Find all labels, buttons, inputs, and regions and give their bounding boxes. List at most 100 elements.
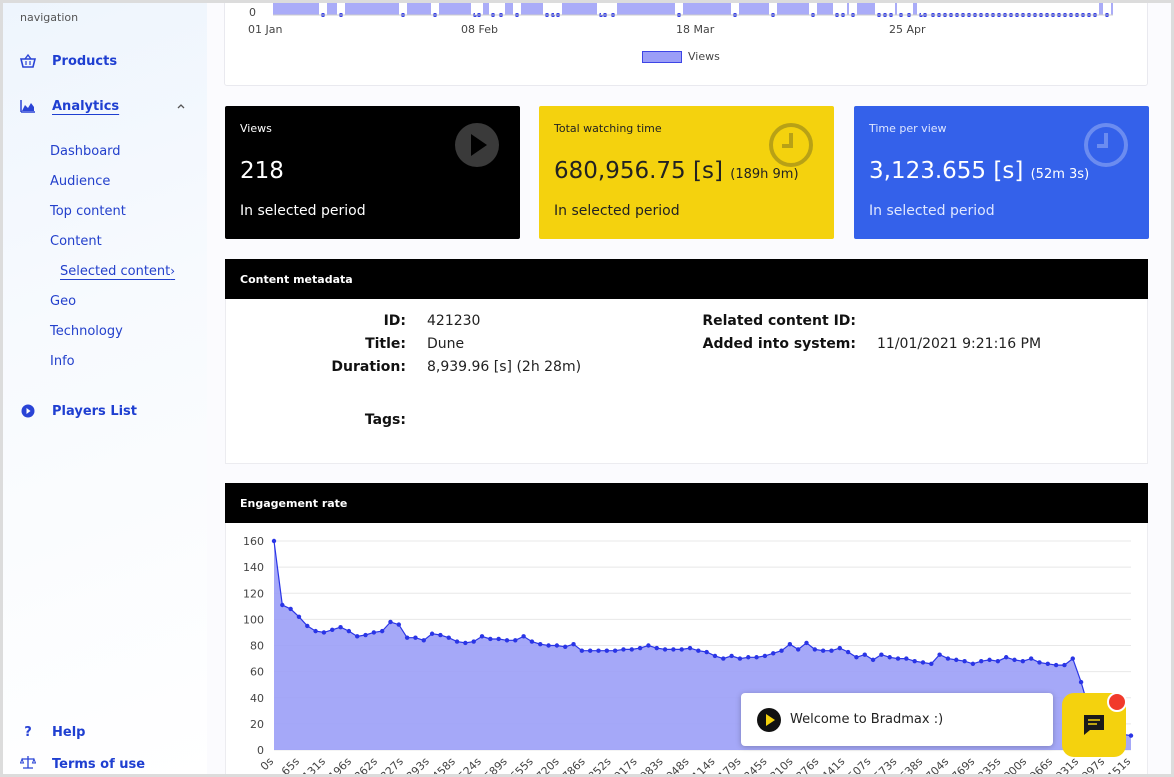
y-tick-label: 160: [243, 535, 264, 548]
area-chart-icon: [20, 98, 36, 114]
x-tick-label: 25 Apr: [889, 23, 926, 36]
engagement-point: [1037, 660, 1042, 665]
engagement-point: [429, 631, 435, 636]
nav-info[interactable]: Info: [50, 354, 75, 369]
legend-swatch: [642, 50, 682, 63]
bradmax-logo-icon: [757, 707, 781, 732]
engagement-point: [870, 657, 876, 663]
engagement-point: [671, 647, 676, 652]
engagement-point: [1028, 656, 1034, 661]
engagement-point: [1020, 658, 1026, 664]
engagement-point: [521, 634, 526, 639]
engagement-point: [446, 635, 451, 640]
x-tick-label: 638s: [897, 755, 925, 777]
views-card-sub: In selected period: [240, 203, 366, 219]
engagement-point: [937, 652, 942, 657]
clock-icon: [1084, 123, 1128, 167]
nav-selected-content-label: Selected content: [60, 264, 171, 279]
nav-dashboard[interactable]: Dashboard: [50, 144, 121, 159]
engagement-point: [496, 636, 501, 642]
x-tick-label: 835s: [975, 755, 1003, 777]
terms-label: Terms of use: [52, 756, 146, 772]
engagement-point: [413, 635, 418, 640]
chevron-right-icon: ›: [170, 264, 176, 278]
added-label: Added into system:: [702, 336, 856, 352]
engagement-point: [929, 661, 934, 666]
nav-selected-content[interactable]: Selected content›: [60, 264, 175, 279]
x-tick-label: 245s: [741, 755, 769, 777]
metadata-header: Content metadata: [225, 259, 1148, 299]
metadata-panel: ID: 421230 Title: Dune Duration: 8,939.9…: [225, 299, 1148, 464]
x-tick-label: 573s: [871, 755, 899, 777]
nav-players-list-label: Players List: [52, 403, 138, 419]
x-tick-label: 376s: [793, 755, 821, 777]
terms-link[interactable]: Terms of use: [19, 754, 146, 774]
engagement-point: [421, 638, 426, 643]
engagement-point: [820, 648, 826, 653]
engagement-point: [538, 641, 543, 647]
y-tick-label: 100: [243, 613, 264, 626]
nav-products[interactable]: Products: [20, 53, 117, 69]
engagement-point: [945, 656, 951, 661]
engagement-point: [637, 645, 643, 651]
engagement-point: [687, 645, 693, 651]
y-tick-zero: 0: [249, 6, 256, 19]
x-tick-label: 917s: [612, 755, 640, 777]
engagement-point: [629, 647, 634, 652]
nav-geo[interactable]: Geo: [50, 294, 76, 309]
x-tick-label: 114s: [690, 755, 718, 777]
nav-audience[interactable]: Audience: [50, 174, 110, 189]
y-tick-label: 0: [257, 744, 264, 757]
nav-players-list[interactable]: Players List: [20, 403, 137, 419]
engagement-point: [305, 623, 310, 629]
engagement-point: [388, 619, 393, 625]
help-label: Help: [52, 725, 86, 740]
nav-analytics-label: Analytics: [52, 98, 120, 114]
x-tick-label: 08 Feb: [461, 23, 498, 36]
chat-icon: [1084, 715, 1104, 735]
engagement-point: [313, 628, 318, 634]
x-tick-label: 01 Jan: [248, 23, 283, 36]
nav-technology[interactable]: Technology: [50, 324, 123, 339]
welcome-toast-text: Welcome to Bradmax :): [790, 712, 944, 727]
engagement-point: [787, 641, 793, 647]
help-link[interactable]: ? Help: [20, 725, 85, 740]
nav-top-content[interactable]: Top content: [50, 204, 126, 219]
scale-icon: [19, 754, 37, 774]
nav-products-label: Products: [52, 53, 118, 69]
chevron-up-icon[interactable]: [176, 101, 186, 111]
engagement-point: [1062, 662, 1067, 668]
x-tick-label: 786s: [560, 755, 588, 777]
engagement-point: [338, 625, 343, 630]
views-legend[interactable]: Views: [642, 50, 720, 63]
engagement-point: [704, 649, 709, 655]
engagement-point: [1128, 733, 1134, 738]
engagement-point: [845, 649, 851, 655]
basket-icon: [20, 53, 36, 69]
engagement-point: [987, 657, 992, 663]
time-per-view-value: 3,123.655 [s]: [869, 158, 1024, 184]
x-tick-label: 097s: [1079, 755, 1107, 777]
engagement-point: [504, 638, 510, 643]
nav-content[interactable]: Content: [50, 234, 102, 249]
y-tick-label: 40: [250, 692, 264, 705]
engagement-point: [1045, 661, 1050, 666]
x-tick-label: 900s: [1001, 755, 1029, 777]
watching-time-extra: (189h 9m): [730, 167, 799, 182]
y-tick-label: 120: [243, 587, 264, 600]
engagement-point: [438, 632, 443, 638]
engagement-point: [887, 655, 892, 660]
engagement-point: [970, 661, 976, 666]
engagement-point: [746, 655, 751, 660]
engagement-point: [587, 648, 593, 653]
title-label: Title:: [365, 336, 406, 352]
engagement-point: [596, 648, 601, 653]
nav-analytics[interactable]: Analytics: [20, 98, 119, 114]
time-per-view-value-row: 3,123.655 [s] (52m 3s): [869, 158, 1089, 184]
x-tick-label: 0s: [258, 755, 276, 773]
engagement-point: [995, 658, 1001, 664]
x-tick-label: 031s: [1053, 755, 1081, 777]
id-value: 421230: [427, 313, 481, 329]
engagement-point: [729, 653, 734, 659]
welcome-toast[interactable]: Welcome to Bradmax :): [741, 693, 1053, 746]
